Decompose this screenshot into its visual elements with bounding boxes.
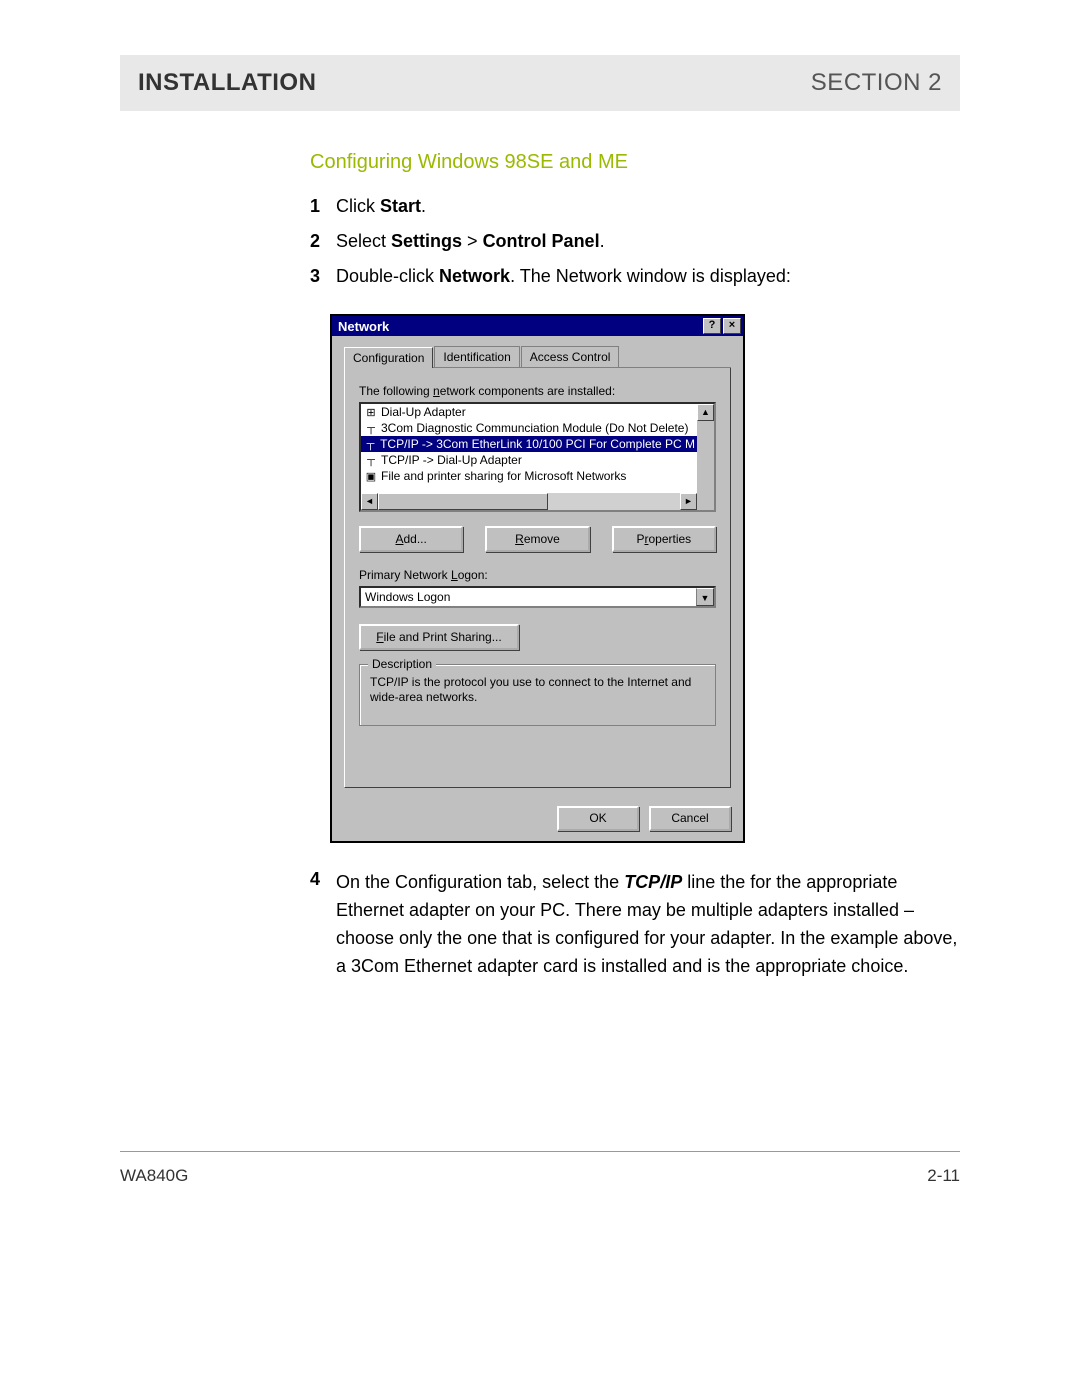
page-header: INSTALLATION SECTION 2 [120, 55, 960, 111]
step-text: Select Settings > Control Panel. [336, 227, 960, 256]
protocol-icon: ┬ [363, 438, 378, 450]
description-groupbox: Description TCP/IP is the protocol you u… [359, 664, 716, 726]
list-item[interactable]: ⊞ Dial-Up Adapter [361, 404, 697, 420]
tab-access-control[interactable]: Access Control [521, 346, 620, 367]
list-item-selected[interactable]: ┬ TCP/IP -> 3Com EtherLink 10/100 PCI Fo… [361, 436, 697, 452]
add-button[interactable]: Add... [359, 526, 463, 552]
scroll-thumb[interactable] [378, 493, 548, 510]
protocol-icon: ┬ [363, 454, 379, 466]
adapter-icon: ⊞ [363, 406, 379, 419]
scroll-up-icon[interactable]: ▲ [697, 404, 714, 421]
components-label: The following network components are ins… [359, 384, 716, 398]
file-print-sharing-button[interactable]: File and Print Sharing... [359, 624, 519, 650]
step-2: 2 Select Settings > Control Panel. [310, 227, 960, 256]
header-section: SECTION 2 [811, 69, 942, 97]
horizontal-scrollbar[interactable]: ◄ ► [361, 493, 714, 510]
groupbox-legend: Description [368, 657, 436, 671]
help-button[interactable]: ? [703, 318, 721, 334]
network-dialog: Network ? × Configuration Identification… [330, 314, 745, 843]
components-listbox[interactable]: ⊞ Dial-Up Adapter ┬ 3Com Diagnostic Comm… [359, 402, 716, 512]
ok-button[interactable]: OK [557, 806, 639, 831]
protocol-icon: ┬ [363, 422, 379, 434]
step-text: On the Configuration tab, select the TCP… [336, 869, 960, 981]
header-chapter: INSTALLATION [138, 69, 316, 97]
step-text: Click Start. [336, 192, 960, 221]
step-3: 3 Double-click Network. The Network wind… [310, 262, 960, 291]
step-number: 2 [310, 227, 336, 256]
step-text: Double-click Network. The Network window… [336, 262, 960, 291]
step-4: 4 On the Configuration tab, select the T… [310, 869, 960, 981]
list-item[interactable]: ▣ File and printer sharing for Microsoft… [361, 468, 697, 484]
footer-model: WA840G [120, 1166, 188, 1186]
page-footer: WA840G 2-11 [120, 1166, 960, 1186]
footer-rule [120, 1151, 960, 1152]
primary-logon-dropdown[interactable]: Windows Logon ▼ [359, 586, 716, 608]
titlebar[interactable]: Network ? × [332, 316, 743, 336]
footer-page-number: 2-11 [927, 1166, 960, 1186]
list-item[interactable]: ┬ TCP/IP -> Dial-Up Adapter [361, 452, 697, 468]
dropdown-value: Windows Logon [361, 588, 696, 606]
primary-logon-label: Primary Network Logon: [359, 568, 716, 582]
steps-list: 1 Click Start. 2 Select Settings > Contr… [310, 192, 960, 290]
scroll-right-icon[interactable]: ► [680, 493, 697, 510]
chevron-down-icon[interactable]: ▼ [696, 588, 714, 606]
tab-panel-configuration: The following network components are ins… [344, 368, 731, 788]
close-button[interactable]: × [723, 318, 741, 334]
step-number: 1 [310, 192, 336, 221]
cancel-button[interactable]: Cancel [649, 806, 731, 831]
step-1: 1 Click Start. [310, 192, 960, 221]
properties-button[interactable]: Properties [612, 526, 716, 552]
scroll-left-icon[interactable]: ◄ [361, 493, 378, 510]
step-number: 3 [310, 262, 336, 291]
description-text: TCP/IP is the protocol you use to connec… [370, 675, 705, 705]
service-icon: ▣ [363, 470, 379, 483]
remove-button[interactable]: Remove [485, 526, 589, 552]
tab-configuration[interactable]: Configuration [344, 347, 433, 368]
titlebar-title: Network [338, 319, 701, 334]
tabstrip: Configuration Identification Access Cont… [344, 346, 731, 368]
subheading: Configuring Windows 98SE and ME [310, 151, 960, 174]
list-item[interactable]: ┬ 3Com Diagnostic Communciation Module (… [361, 420, 697, 436]
scroll-corner [697, 493, 714, 510]
tab-identification[interactable]: Identification [434, 346, 519, 367]
step-number: 4 [310, 869, 336, 981]
vertical-scrollbar[interactable]: ▲ [697, 404, 714, 493]
